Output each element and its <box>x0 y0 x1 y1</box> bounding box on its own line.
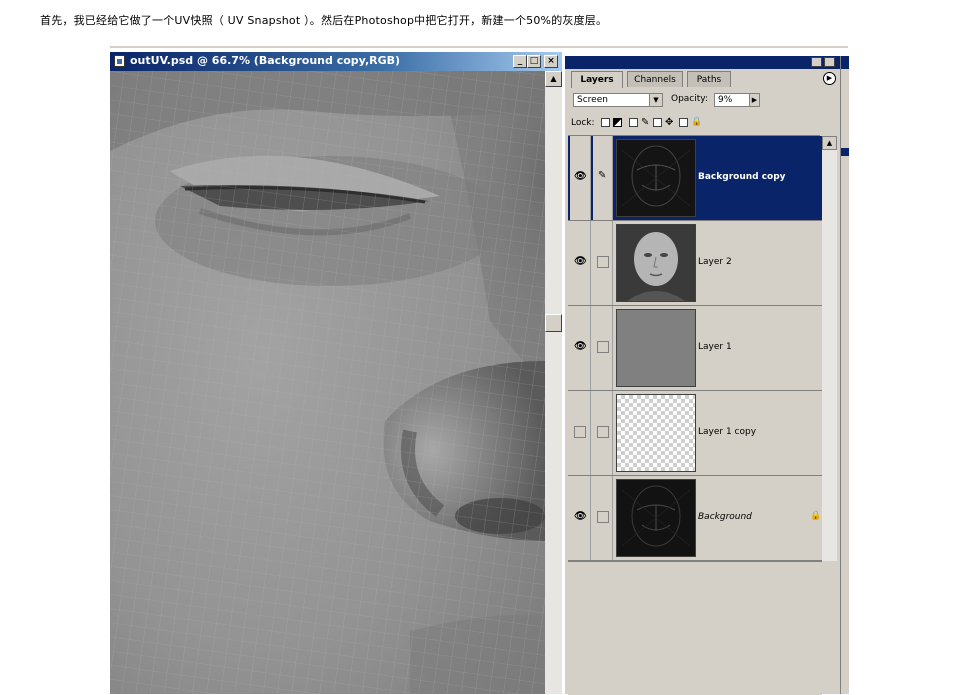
face-uv-render <box>110 71 545 694</box>
layer-link-cell[interactable] <box>593 306 613 390</box>
layer-name[interactable]: Background <box>698 512 752 522</box>
layer-link-cell[interactable] <box>593 221 613 305</box>
document-title: outUV.psd @ 66.7% (Background copy,RGB) <box>130 54 401 67</box>
layer-name[interactable]: Layer 1 <box>698 342 732 352</box>
eye-icon: 👁 <box>574 256 587 267</box>
move-icon: ✥ <box>665 117 674 128</box>
tab-layers[interactable]: Layers <box>571 71 623 88</box>
opacity-slider-button[interactable]: ▶ <box>749 93 760 107</box>
adjacent-window-edge <box>840 56 849 694</box>
document-titlebar[interactable]: outUV.psd @ 66.7% (Background copy,RGB) … <box>110 52 562 71</box>
adjacent-highlight <box>841 148 849 156</box>
lock-label: Lock: <box>571 118 595 128</box>
visibility-box <box>574 426 586 438</box>
chevron-down-icon[interactable]: ▼ <box>649 94 662 106</box>
eye-icon: 👁 <box>574 171 587 182</box>
adjacent-titlebar <box>841 56 849 69</box>
blend-mode-select[interactable]: Screen ▼ <box>573 93 663 107</box>
lock-transparency-checkbox[interactable] <box>601 118 610 127</box>
layer-thumbnail <box>616 139 696 217</box>
layer-name[interactable]: Layer 2 <box>698 257 732 267</box>
visibility-toggle[interactable]: 👁 <box>570 306 591 390</box>
layers-list: 👁 ✎ Background copy 👁 Layer 2 👁 Layer 1 … <box>568 136 822 561</box>
minimize-button[interactable]: _ <box>513 55 527 68</box>
layers-palette: Layers Channels Paths ▶ Screen ▼ Opacity… <box>565 56 840 695</box>
layer-name[interactable]: Background copy <box>698 172 786 182</box>
scroll-thumb[interactable] <box>545 314 562 332</box>
palette-empty-area <box>568 561 822 695</box>
lock-all-checkbox[interactable] <box>679 118 688 127</box>
palette-tabs: Layers Channels Paths <box>571 71 840 88</box>
link-box <box>597 511 609 523</box>
caption-text: 首先，我已经给它做了一个UV快照（ UV Snapshot ）。然后在Photo… <box>40 14 608 27</box>
document-icon <box>114 55 125 67</box>
layer-row-layer-1[interactable]: 👁 Layer 1 <box>568 306 822 391</box>
layer-thumbnail <box>616 394 696 472</box>
eye-icon: 👁 <box>574 341 587 352</box>
visibility-toggle[interactable]: 👁 <box>570 476 591 560</box>
layer-thumbnail <box>616 224 696 302</box>
layer-row-layer-2[interactable]: 👁 Layer 2 <box>568 221 822 306</box>
brush-icon: ✎ <box>598 170 607 181</box>
lock-icon: 🔒 <box>691 117 703 127</box>
scroll-up-button[interactable]: ▲ <box>545 71 562 87</box>
layer-link-cell[interactable] <box>593 391 613 475</box>
link-box <box>597 256 609 268</box>
tab-channels[interactable]: Channels <box>627 71 683 87</box>
transparency-icon <box>613 118 622 127</box>
eye-icon: 👁 <box>574 511 587 522</box>
opacity-label: Opacity: <box>671 94 708 104</box>
layer-row-layer-1-copy[interactable]: Layer 1 copy <box>568 391 822 476</box>
document-window: outUV.psd @ 66.7% (Background copy,RGB) … <box>110 52 562 694</box>
palette-close-button[interactable] <box>824 57 835 67</box>
palette-titlebar[interactable] <box>565 56 840 69</box>
close-button[interactable]: × <box>544 55 558 68</box>
lock-icon: 🔒 <box>810 511 822 521</box>
opacity-input[interactable]: 9% <box>714 93 750 107</box>
palette-menu-button[interactable]: ▶ <box>823 72 836 85</box>
lock-row: Lock: ✎ ✥ 🔒 <box>571 116 831 130</box>
document-vertical-scrollbar[interactable]: ▲ <box>545 71 562 694</box>
layer-link-cell[interactable] <box>593 476 613 560</box>
layer-link-cell[interactable]: ✎ <box>593 136 613 220</box>
link-box <box>597 341 609 353</box>
layer-row-background-copy[interactable]: 👁 ✎ Background copy <box>568 136 822 221</box>
maximize-button[interactable]: □ <box>527 55 541 68</box>
visibility-toggle[interactable] <box>570 391 591 475</box>
image-canvas[interactable] <box>110 71 545 694</box>
divider <box>110 46 848 48</box>
lock-image-checkbox[interactable] <box>629 118 638 127</box>
palette-minimize-button[interactable] <box>811 57 822 67</box>
blend-mode-value: Screen <box>577 95 608 105</box>
link-box <box>597 426 609 438</box>
layer-thumbnail <box>616 309 696 387</box>
tab-paths[interactable]: Paths <box>687 71 731 87</box>
palette-scroll-up-button[interactable]: ▲ <box>822 136 837 150</box>
visibility-toggle[interactable]: 👁 <box>570 136 591 220</box>
brush-icon: ✎ <box>641 117 650 128</box>
palette-vertical-scrollbar[interactable]: ▲ <box>822 136 837 561</box>
layer-row-background[interactable]: 👁 Background 🔒 <box>568 476 822 561</box>
layer-name[interactable]: Layer 1 copy <box>698 427 756 437</box>
layer-thumbnail <box>616 479 696 557</box>
visibility-toggle[interactable]: 👁 <box>570 221 591 305</box>
lock-position-checkbox[interactable] <box>653 118 662 127</box>
